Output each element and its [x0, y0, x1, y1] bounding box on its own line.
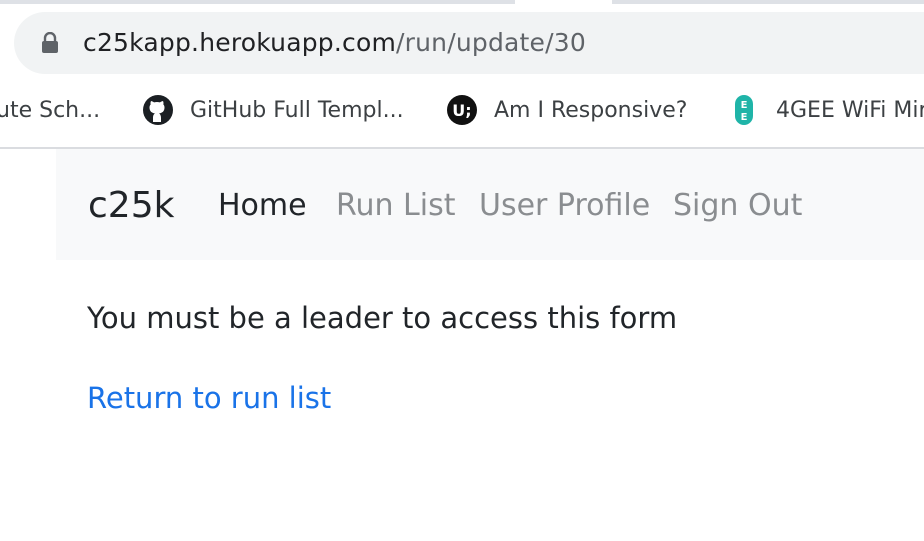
bookmark-label: ute Sch... — [0, 97, 101, 123]
svg-text:E: E — [741, 100, 748, 111]
browser-chrome: c25kapp.herokuapp.com/run/update/30 ute … — [0, 0, 924, 149]
return-to-run-list-link[interactable]: Return to run list — [87, 377, 331, 419]
ui-logo-icon: U; — [447, 95, 477, 125]
navbar-brand[interactable]: c25k — [88, 182, 174, 230]
tab-strip-left — [0, 0, 515, 4]
nav-link-run-list[interactable]: Run List — [336, 184, 456, 228]
tab-strip-right — [612, 0, 924, 4]
bookmark-label: Am I Responsive? — [494, 97, 688, 123]
access-denied-message: You must be a leader to access this form — [87, 301, 678, 335]
svg-text:E: E — [741, 112, 748, 123]
svg-text:U;: U; — [452, 101, 471, 120]
bookmark-label: GitHub Full Templ... — [190, 97, 404, 123]
nav-link-home[interactable]: Home — [218, 184, 307, 228]
url-text[interactable]: c25kapp.herokuapp.com/run/update/30 — [83, 25, 586, 61]
bookmark-item-4gee[interactable]: E E 4GEE WiFi Mir — [728, 90, 924, 130]
bookmark-item-github[interactable]: GitHub Full Templ... — [142, 90, 404, 130]
github-icon — [143, 95, 173, 125]
url-host: c25kapp.herokuapp.com — [83, 28, 397, 57]
ee-logo-icon: E E — [735, 95, 753, 125]
lock-icon — [42, 32, 58, 53]
bookmark-label: 4GEE WiFi Mir — [776, 97, 924, 123]
nav-link-sign-out[interactable]: Sign Out — [673, 184, 802, 228]
nav-link-user-profile[interactable]: User Profile — [479, 184, 650, 228]
bookmark-item-am-i-responsive[interactable]: U; Am I Responsive? — [446, 90, 687, 130]
bookmark-item[interactable]: ute Sch... — [0, 90, 100, 130]
url-path: /run/update/30 — [396, 28, 586, 57]
